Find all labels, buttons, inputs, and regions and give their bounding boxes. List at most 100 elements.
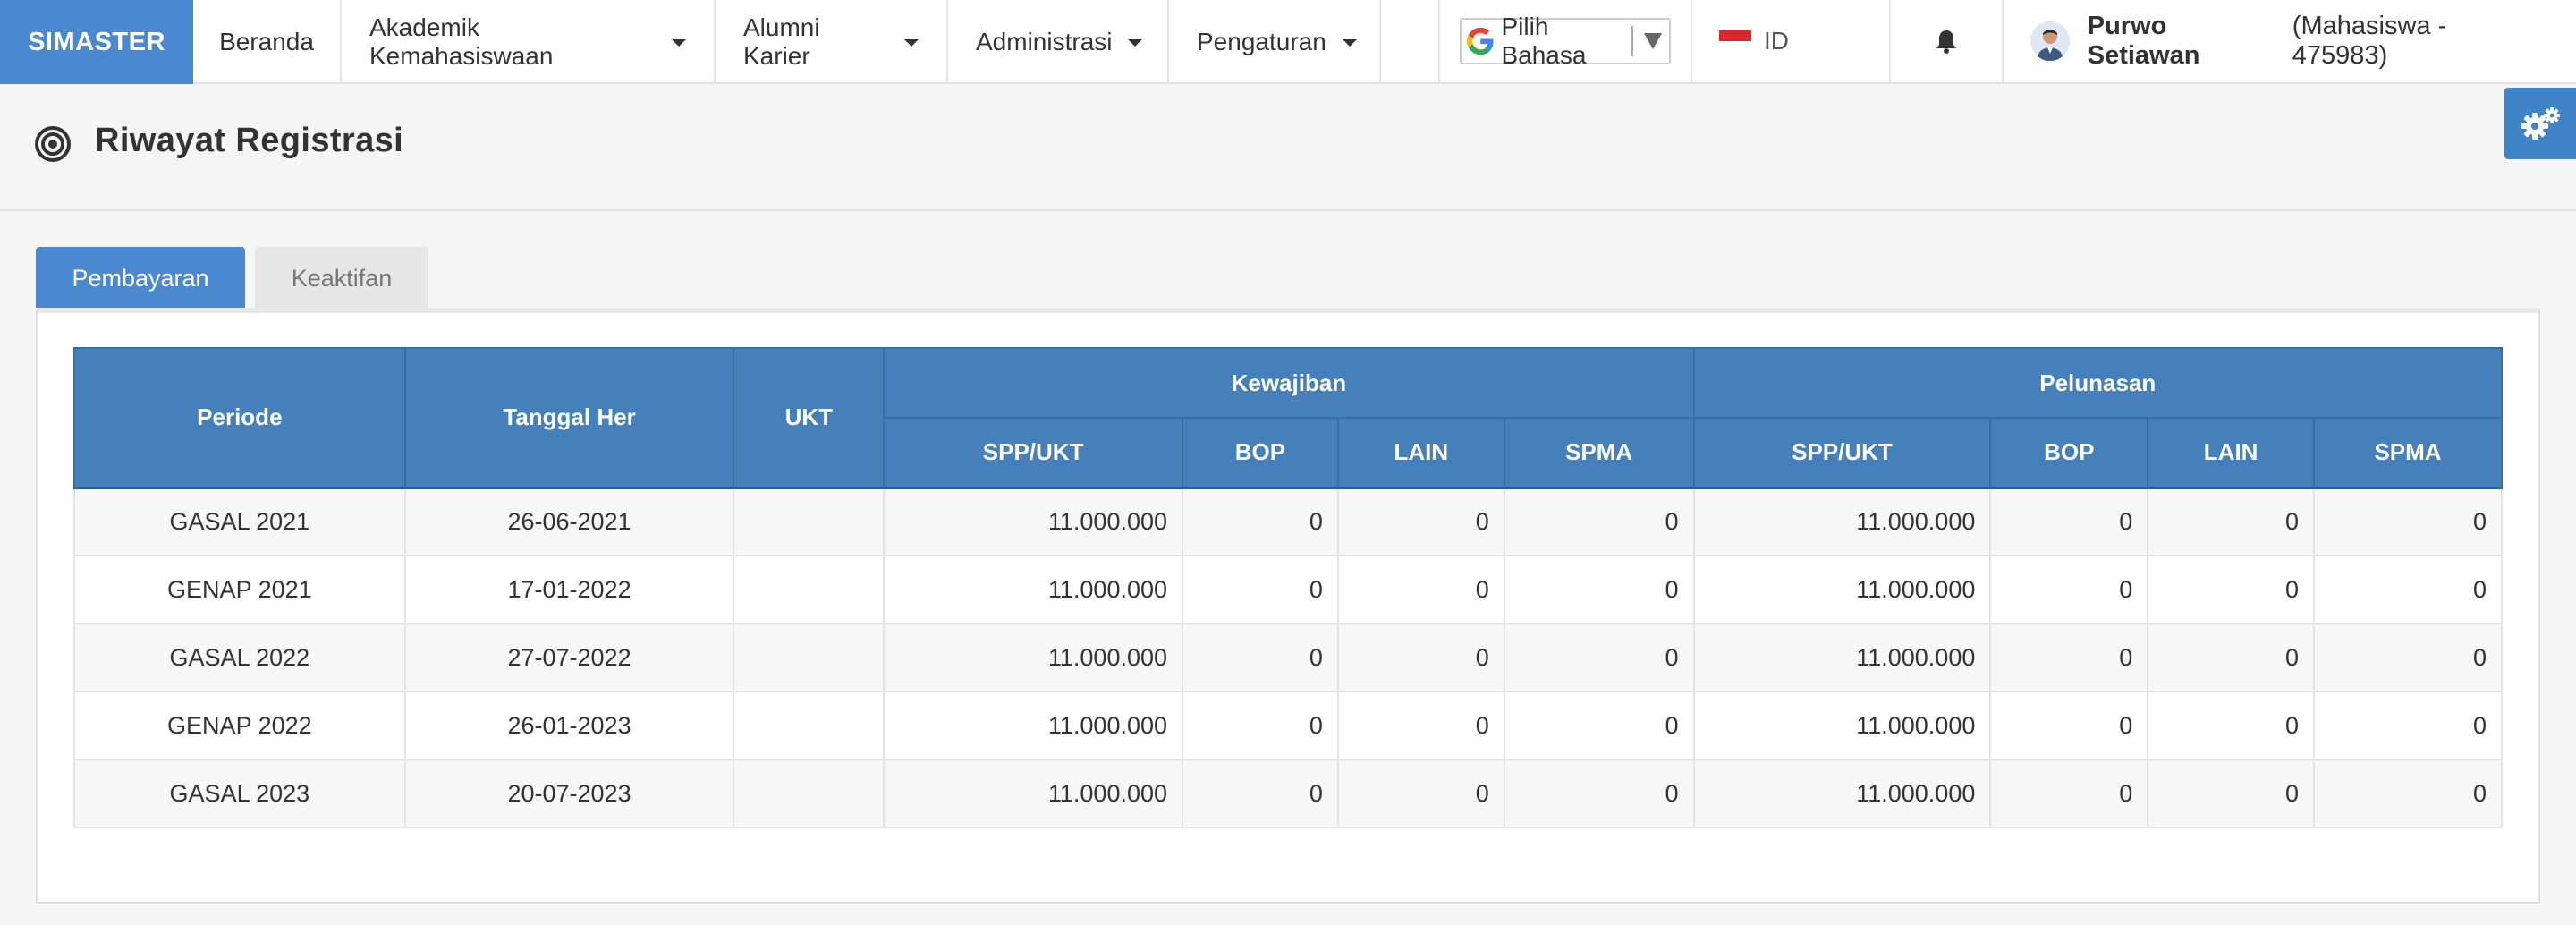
top-navbar: SIMASTER Beranda Akademik Kemahasiswaan … (0, 0, 2576, 84)
cell-pelunasan-spma: 0 (2313, 623, 2503, 692)
cell-pelunasan-lain: 0 (2147, 691, 2316, 760)
nav-item-beranda[interactable]: Beranda (193, 0, 342, 84)
cell-kewajiban-bop: 0 (1182, 691, 1339, 760)
tab-keaktifan[interactable]: Keaktifan (255, 247, 428, 310)
table-row: GENAP 2021 17-01-2022 11.000.000 0 0 0 11.000.… (73, 555, 2503, 624)
cell-pelunasan-bop: 0 (1989, 555, 2149, 624)
user-menu[interactable]: Purwo Setiawan (Mahasiswa - 475983) (2004, 0, 2576, 82)
cell-pelunasan-spma: 0 (2313, 691, 2503, 760)
cell-kewajiban-spp-ukt: 11.000.000 (883, 691, 1184, 760)
table-header: Periode Tanggal Her UKT Kewajiban Peluna… (73, 347, 2504, 488)
column-header-periode: Periode (73, 347, 406, 488)
user-avatar-icon (2030, 21, 2070, 61)
user-role: (Mahasiswa - 475983) (2292, 12, 2447, 70)
cell-kewajiban-bop: 0 (1182, 555, 1339, 624)
column-header-tanggal-her: Tanggal Her (403, 347, 735, 488)
bell-icon (1936, 30, 1956, 54)
cell-ukt (733, 759, 886, 828)
table-row: GASAL 2021 26-06-2021 11.000.000 0 0 0 11.000.… (73, 487, 2503, 556)
column-header-pelunasan-bop: BOP (1989, 417, 2149, 488)
cell-pelunasan-bop: 0 (1989, 759, 2149, 828)
column-group-pelunasan: Pelunasan (1692, 347, 2504, 419)
cell-tanggal-her: 26-06-2021 (403, 487, 735, 556)
column-header-kewajiban-bop: BOP (1182, 417, 1339, 488)
language-select[interactable]: Pilih Bahasa (1460, 13, 1671, 69)
notifications-button[interactable] (1891, 0, 2004, 82)
user-name: Purwo Setiawan (2087, 12, 2200, 70)
cell-pelunasan-spp-ukt: 11.000.000 (1692, 623, 1992, 692)
cell-pelunasan-spp-ukt: 11.000.000 (1692, 759, 1992, 828)
translate-widget: Pilih Bahasa (1438, 0, 1692, 82)
cell-kewajiban-lain: 0 (1336, 759, 1505, 828)
cell-pelunasan-spp-ukt: 11.000.000 (1692, 555, 1992, 624)
cell-ukt (733, 487, 886, 556)
caret-down-icon (672, 39, 686, 47)
nav-item-label: Administrasi (976, 28, 1113, 55)
target-icon (35, 126, 71, 162)
caret-down-icon (1128, 39, 1143, 47)
table-body: GASAL 2021 26-06-2021 11.000.000 0 0 0 11.000.… (73, 487, 2503, 828)
cell-pelunasan-spp-ukt: 11.000.000 (1692, 487, 1992, 556)
language-switcher[interactable]: ID (1692, 0, 1891, 82)
cell-ukt (733, 623, 886, 692)
cell-ukt (733, 555, 886, 624)
google-g-icon (1467, 27, 1494, 55)
cell-kewajiban-spma: 0 (1503, 487, 1695, 556)
cell-kewajiban-spp-ukt: 11.000.000 (883, 623, 1184, 692)
cell-periode: GENAP 2022 (73, 691, 406, 760)
column-header-kewajiban-spma: SPMA (1503, 417, 1695, 488)
column-group-kewajiban: Kewajiban (883, 347, 1695, 419)
cell-tanggal-her: 20-07-2023 (403, 759, 735, 828)
nav-item-label: Pengaturan (1197, 28, 1326, 55)
avatar (2030, 21, 2070, 61)
cell-pelunasan-lain: 0 (2147, 487, 2316, 556)
cell-pelunasan-bop: 0 (1989, 691, 2149, 760)
cell-pelunasan-spma: 0 (2313, 759, 2503, 828)
column-header-kewajiban-spp-ukt: SPP/UKT (883, 417, 1184, 488)
nav-item-label: Akademik Kemahasiswaan (369, 13, 554, 70)
nav-item-alumni-karier[interactable]: Alumni Karier (716, 0, 948, 84)
column-header-pelunasan-spp-ukt: SPP/UKT (1692, 417, 1992, 488)
caret-down-icon (1342, 39, 1357, 47)
cell-kewajiban-spma: 0 (1503, 555, 1695, 624)
cell-ukt (733, 691, 886, 760)
cell-pelunasan-lain: 0 (2147, 759, 2316, 828)
caret-down-icon (904, 39, 919, 47)
cell-pelunasan-bop: 0 (1989, 487, 2149, 556)
cell-kewajiban-spma: 0 (1503, 623, 1695, 692)
settings-button[interactable] (2504, 88, 2576, 159)
cell-pelunasan-spma: 0 (2313, 487, 2503, 556)
nav-item-label: Alumni Karier (743, 13, 820, 70)
divider (1631, 26, 1633, 56)
cell-tanggal-her: 26-01-2023 (403, 691, 735, 760)
column-header-kewajiban-lain: LAIN (1336, 417, 1505, 488)
cell-kewajiban-spp-ukt: 11.000.000 (883, 555, 1184, 624)
cell-kewajiban-lain: 0 (1336, 487, 1505, 556)
table-row: GASAL 2022 27-07-2022 11.000.000 0 0 0 11.000.… (73, 623, 2503, 692)
table-row: GENAP 2022 26-01-2023 11.000.000 0 0 0 11.000.… (73, 691, 2503, 760)
cell-kewajiban-bop: 0 (1182, 623, 1339, 692)
nav-item-pengaturan[interactable]: Pengaturan (1169, 0, 1381, 84)
cell-kewajiban-lain: 0 (1336, 555, 1505, 624)
column-header-pelunasan-spma: SPMA (2313, 417, 2503, 488)
nav-item-akademik-kemahasiswaan[interactable]: Akademik Kemahasiswaan (342, 0, 716, 84)
brand-logo[interactable]: SIMASTER (0, 0, 193, 84)
cell-kewajiban-bop: 0 (1182, 487, 1339, 556)
tab-pembayaran[interactable]: Pembayaran (36, 247, 245, 310)
cell-kewajiban-spma: 0 (1503, 759, 1695, 828)
cell-pelunasan-spp-ukt: 11.000.000 (1692, 691, 1992, 760)
nav-item-administrasi[interactable]: Administrasi (948, 0, 1169, 84)
registration-history-table: Periode Tanggal Her UKT Kewajiban Peluna… (73, 347, 2504, 828)
cell-periode: GENAP 2021 (73, 555, 406, 624)
cell-periode: GASAL 2021 (73, 487, 406, 556)
cell-pelunasan-lain: 0 (2147, 555, 2316, 624)
cell-pelunasan-spma: 0 (2313, 555, 2503, 624)
language-code: ID (1764, 27, 1789, 55)
table-row: GASAL 2023 20-07-2023 11.000.000 0 0 0 11.000.… (73, 759, 2503, 828)
column-header-ukt: UKT (733, 347, 886, 488)
cell-kewajiban-spp-ukt: 11.000.000 (883, 759, 1184, 828)
page-title: Riwayat Registrasi (95, 122, 404, 159)
cell-pelunasan-lain: 0 (2147, 623, 2316, 692)
page-header: Riwayat Registrasi (0, 86, 2576, 211)
